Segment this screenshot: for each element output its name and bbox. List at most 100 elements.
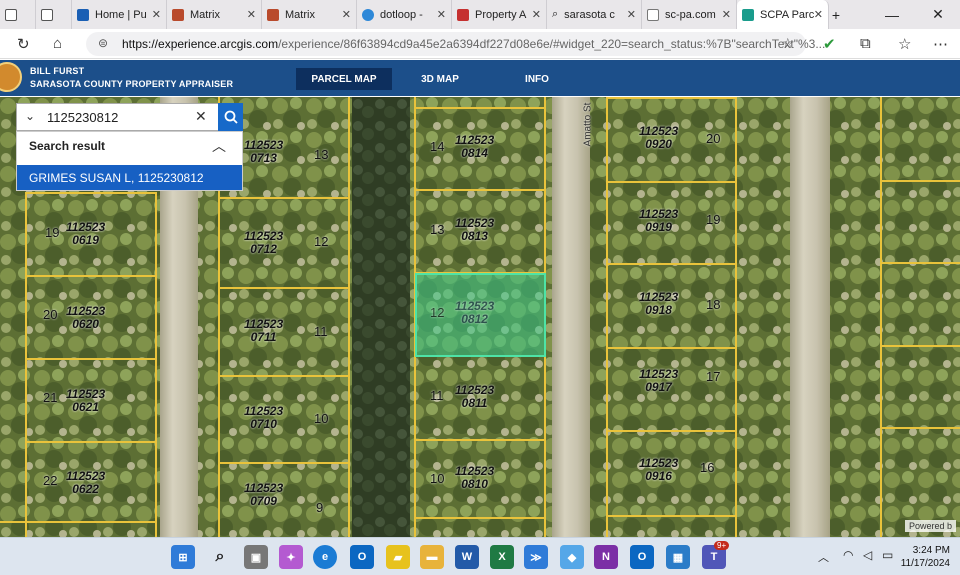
system-clock[interactable]: 3:24 PM 11/17/2024: [901, 544, 950, 570]
dropbox-icon[interactable]: ◆: [560, 545, 584, 569]
close-icon[interactable]: ✕: [342, 8, 351, 21]
close-icon[interactable]: ✕: [722, 8, 731, 21]
home-favicon: [77, 8, 89, 21]
more-menu-icon[interactable]: ⋯: [933, 35, 948, 53]
parcel-boundary: [606, 430, 737, 432]
parcel-boundary: [880, 345, 960, 347]
search-results-panel: Search result ︿ GRIMES SUSAN L, 11252308…: [16, 131, 243, 191]
parcel-id-label: 112523 0918: [639, 290, 679, 317]
close-icon[interactable]: ✕: [627, 8, 636, 21]
parcel-boundary: [880, 180, 960, 182]
menu-parcel-map[interactable]: PARCEL MAP: [296, 68, 392, 90]
lot-number: 10: [314, 411, 329, 426]
task-view-icon[interactable]: ▣: [244, 545, 268, 569]
refresh-icon[interactable]: ↻: [17, 35, 30, 53]
calendar-icon[interactable]: ▦: [666, 545, 690, 569]
search-result-item[interactable]: GRIMES SUSAN L, 1125230812: [17, 165, 242, 190]
volume-icon[interactable]: ◁: [863, 548, 872, 562]
tab-matrix-2[interactable]: Matrix ✕: [262, 0, 357, 29]
lot-number: 20: [706, 131, 721, 146]
parcel-boundary: [414, 517, 546, 519]
search-button[interactable]: [218, 103, 243, 131]
county-seal-logo: [0, 62, 22, 92]
parcel-boundary: [606, 97, 737, 99]
lot-number: 9: [316, 500, 324, 515]
favorite-star-icon[interactable]: ☆: [781, 35, 794, 52]
wifi-icon[interactable]: ◠: [843, 548, 853, 562]
menu-3d-map[interactable]: 3D MAP: [400, 68, 480, 90]
lot-number: 16: [700, 460, 715, 475]
chevron-up-icon[interactable]: ︿: [212, 136, 226, 156]
chevron-down-icon[interactable]: ⌄: [25, 109, 35, 123]
parcel-id-label: 112523 0811: [455, 383, 495, 410]
parcel-boundary: [218, 287, 350, 289]
tab-label: sarasota c: [564, 8, 615, 21]
parcel-id-label: 112523 0916: [639, 456, 679, 483]
tab-1[interactable]: [36, 0, 72, 29]
tab-scpa-com[interactable]: sc-pa.com ✕: [642, 0, 737, 29]
battery-icon[interactable]: ▭: [882, 548, 893, 562]
outlook-icon[interactable]: O: [350, 545, 374, 569]
search-icon: [224, 110, 238, 124]
onenote-icon[interactable]: N: [594, 545, 618, 569]
start-icon[interactable]: ⊞: [171, 545, 195, 569]
url-text: https://experience.arcgis.com/experience…: [122, 37, 825, 51]
clear-icon[interactable]: ✕: [195, 108, 207, 125]
search-icon[interactable]: ⌕: [208, 545, 232, 569]
extensions-icon[interactable]: ⧉: [860, 35, 871, 52]
parcel-boundary: [880, 262, 960, 264]
close-icon[interactable]: ✕: [152, 8, 161, 21]
power-automate-icon[interactable]: ≫: [524, 545, 548, 569]
tab-home[interactable]: Home | Pu ✕: [72, 0, 167, 29]
parcel-id-label: 112523 0917: [639, 367, 679, 394]
word-icon[interactable]: W: [455, 545, 479, 569]
close-icon[interactable]: ✕: [532, 8, 541, 21]
parcel-id-label: 112523 0712: [244, 229, 284, 256]
url-path: /experience/86f63894cd9a45e2a6394df227d0…: [278, 37, 826, 51]
menu-info[interactable]: INFO: [500, 68, 574, 90]
matrix-favicon: [267, 8, 279, 21]
tab-sarasota[interactable]: ⌕ sarasota c ✕: [547, 0, 642, 29]
favorites-icon[interactable]: ☆: [898, 35, 911, 53]
lot-number: 22: [43, 473, 58, 488]
parcel-boundary: [25, 192, 27, 537]
parcel-boundary: [880, 97, 882, 537]
parcel-id-label: 112523 0619: [66, 220, 106, 247]
lot-number: 13: [314, 147, 329, 162]
parcel-id-label: 112523 0814: [455, 133, 495, 160]
site-info-icon[interactable]: ⊜: [98, 36, 108, 50]
outlook-new-icon[interactable]: O: [630, 545, 654, 569]
tab-property[interactable]: Property A ✕: [452, 0, 547, 29]
search-input[interactable]: [47, 107, 207, 127]
home-icon[interactable]: ⌂: [53, 35, 62, 52]
parcel-boundary: [606, 181, 737, 183]
edge-icon[interactable]: e: [313, 545, 337, 569]
close-icon[interactable]: ✕: [437, 8, 446, 21]
sticky-notes-icon[interactable]: ▰: [386, 545, 410, 569]
org-name: BILL FURST: [30, 66, 85, 76]
tab-0[interactable]: [0, 0, 36, 29]
tab-matrix-1[interactable]: Matrix ✕: [167, 0, 262, 29]
parcel-boundary: [25, 441, 157, 443]
street-label: Amatto St: [582, 102, 594, 147]
parcel-boundary: [25, 192, 157, 194]
parcel-id-label: 112523 0710: [244, 404, 284, 431]
tab-dotloop[interactable]: dotloop - ✕: [357, 0, 452, 29]
close-icon[interactable]: ✕: [247, 8, 256, 21]
search-box[interactable]: ⌄ ✕: [16, 103, 243, 131]
property-favicon: [457, 8, 469, 21]
extension-check-icon[interactable]: ✔: [823, 35, 836, 53]
parcel-id-label: 112523 0711: [244, 317, 284, 344]
excel-icon[interactable]: X: [490, 545, 514, 569]
url-field[interactable]: ⊜ https://experience.arcgis.com/experien…: [86, 32, 825, 56]
parcel-boundary: [414, 439, 546, 441]
lot-number: 19: [45, 225, 60, 240]
chevron-up-icon[interactable]: ︿: [818, 549, 829, 565]
new-tab-button[interactable]: +: [816, 0, 856, 29]
file-explorer-icon[interactable]: ▬: [420, 545, 444, 569]
copilot-icon[interactable]: ✦: [279, 545, 303, 569]
lot-number: 19: [706, 212, 721, 227]
matrix-favicon: [172, 8, 184, 21]
close-window-icon[interactable]: ✕: [916, 0, 960, 29]
minimize-icon[interactable]: —: [870, 0, 914, 29]
